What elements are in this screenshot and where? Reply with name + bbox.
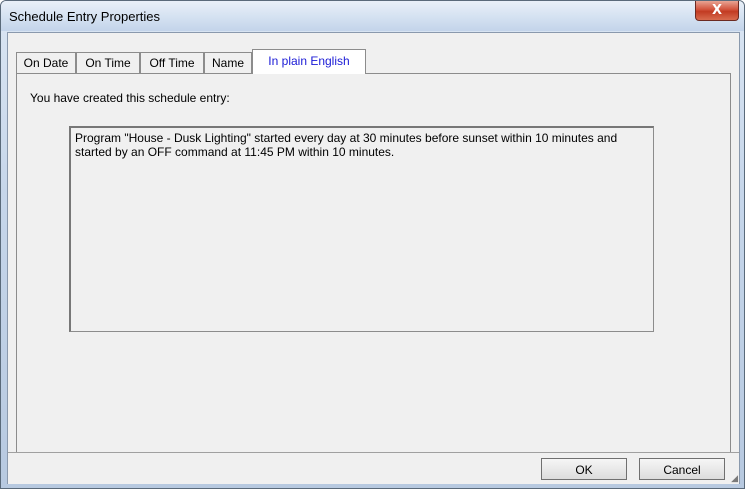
- tab-name[interactable]: Name: [204, 52, 252, 73]
- schedule-description-textbox[interactable]: Program "House - Dusk Lighting" started …: [69, 126, 654, 332]
- window-title: Schedule Entry Properties: [9, 9, 161, 24]
- dialog-body: On Date On Time Off Time Name In plain E…: [7, 32, 740, 484]
- close-icon: X: [711, 3, 723, 18]
- tab-off-time[interactable]: Off Time: [140, 52, 204, 73]
- ok-button[interactable]: OK: [541, 458, 627, 480]
- intro-label: You have created this schedule entry:: [30, 91, 230, 105]
- tab-on-time[interactable]: On Time: [76, 52, 140, 73]
- close-button[interactable]: X: [695, 1, 739, 21]
- resize-grip-icon[interactable]: ◢: [728, 473, 738, 483]
- tab-on-date[interactable]: On Date: [16, 52, 76, 73]
- tab-in-plain-english[interactable]: In plain English: [252, 49, 366, 74]
- dialog-window: Schedule Entry Properties X On Date On T…: [0, 0, 745, 489]
- cancel-button[interactable]: Cancel: [639, 458, 725, 480]
- button-bar: OK Cancel ◢: [8, 452, 739, 484]
- title-bar[interactable]: Schedule Entry Properties X: [1, 1, 744, 31]
